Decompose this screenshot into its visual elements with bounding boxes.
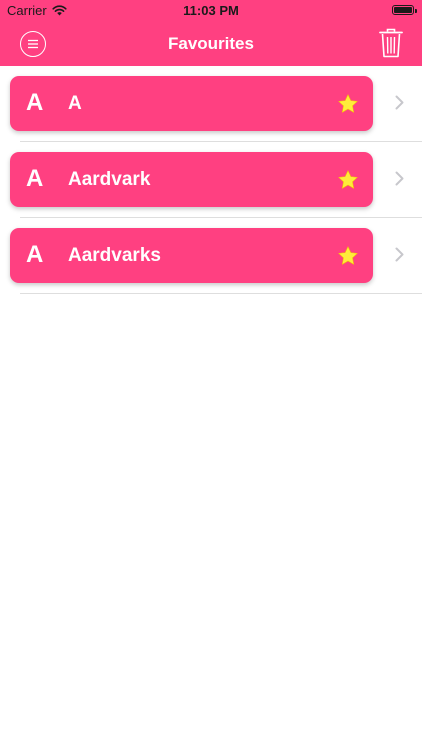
favourites-list: A A A Aardvark A Aardvarks (0, 66, 422, 294)
word-label: Aardvark (68, 169, 151, 190)
list-item[interactable]: A Aardvark (0, 142, 422, 218)
list-item[interactable]: A A (0, 66, 422, 142)
star-icon[interactable] (337, 93, 359, 115)
word-card: A A (10, 76, 373, 131)
delete-all-button[interactable] (379, 28, 403, 58)
word-initial: A (26, 241, 44, 268)
row-divider (20, 293, 422, 294)
chevron-right-icon (395, 95, 404, 110)
list-item[interactable]: A Aardvarks (0, 218, 422, 294)
word-card: A Aardvarks (10, 228, 373, 283)
word-initial: A (26, 165, 44, 192)
star-icon[interactable] (337, 169, 359, 191)
word-initial: A (26, 89, 44, 116)
battery-icon (392, 5, 417, 15)
chevron-right-icon (395, 171, 404, 186)
header: Carrier 11:03 PM Favourites (0, 0, 422, 66)
status-bar: Carrier 11:03 PM (0, 0, 422, 22)
status-time: 11:03 PM (183, 3, 239, 18)
chevron-right-icon (395, 247, 404, 262)
page-title: Favourites (168, 34, 254, 53)
nav-bar: Favourites (0, 22, 422, 66)
word-label: A (68, 93, 82, 114)
word-label: Aardvarks (68, 245, 161, 266)
word-card: A Aardvark (10, 152, 373, 207)
star-icon[interactable] (337, 245, 359, 267)
trash-icon (379, 28, 403, 58)
